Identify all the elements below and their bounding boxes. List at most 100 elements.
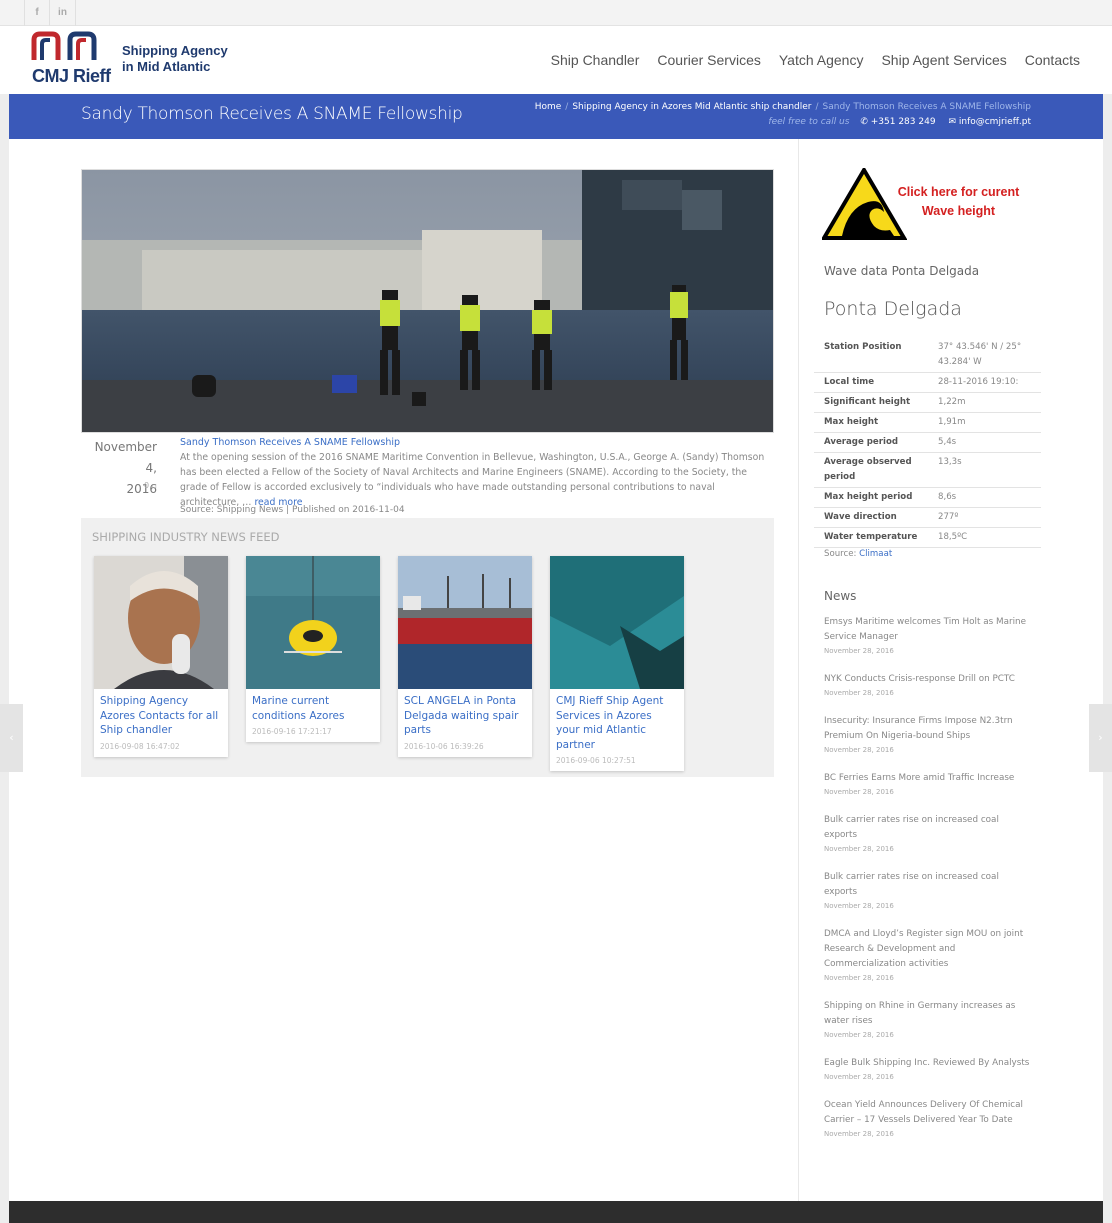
feed-card[interactable]: CMJ Rieff Ship Agent Services in Azores … (550, 556, 684, 771)
news-date: November 28, 2016 (824, 1073, 894, 1081)
news-list: Emsys Maritime welcomes Tim Holt as Mari… (824, 615, 1034, 1155)
wave-row: Significant height 1,22m (814, 393, 1041, 413)
wave-source-label: Source: (824, 549, 857, 559)
news-date: November 28, 2016 (824, 788, 894, 796)
wave-value: 8,6s (938, 492, 957, 502)
wave-row: Local time 28-11-2016 19:10: (814, 373, 1041, 393)
nav-courier-services[interactable]: Courier Services (657, 52, 760, 68)
nav-ship-agent-services[interactable]: Ship Agent Services (881, 52, 1006, 68)
breadcrumb-sep: / (815, 102, 819, 112)
breadcrumb-sep: / (565, 102, 569, 112)
feed-card-thumbnail (550, 556, 684, 689)
prev-post-arrow[interactable]: ‹ (0, 704, 23, 772)
post-source: Source: Shipping News | Published on 201… (180, 505, 405, 515)
wave-value: 1,22m (938, 397, 966, 407)
news-date: November 28, 2016 (824, 746, 894, 754)
feed-card-thumbnail (246, 556, 380, 689)
news-link[interactable]: Shipping on Rhine in Germany increases a… (824, 999, 1034, 1029)
feed-card-title: CMJ Rieff Ship Agent Services in Azores … (556, 695, 664, 751)
ship-photo (398, 556, 532, 689)
breadcrumb-current: Sandy Thomson Receives A SNAME Fellowshi… (822, 102, 1031, 112)
wave-row: Average observed period 13,3s (814, 453, 1041, 488)
climaat-link[interactable]: Climaat (859, 549, 892, 559)
news-date: November 28, 2016 (824, 647, 894, 655)
news-item: Bulk carrier rates rise on increased coa… (824, 870, 1034, 912)
breadcrumb-home[interactable]: Home (535, 102, 562, 112)
nav-yatch-agency[interactable]: Yatch Agency (779, 52, 864, 68)
man-phone-photo (94, 556, 228, 689)
news-link[interactable]: Insecurity: Insurance Firms Impose N2.3t… (824, 714, 1034, 744)
phone-icon: ✆ (860, 117, 868, 127)
news-date: November 28, 2016 (824, 1031, 894, 1039)
call-us-text: feel free to call us (768, 117, 850, 127)
wave-key: Station Position (824, 342, 902, 352)
feed-card[interactable]: Marine current conditions Azores 2016-09… (246, 556, 380, 742)
wave-key: Max height (824, 417, 879, 427)
news-link[interactable]: BC Ferries Earns More amid Traffic Incre… (824, 771, 1034, 786)
wave-value: 28-11-2016 19:10: (938, 377, 1019, 387)
breadcrumb-section[interactable]: Shipping Agency in Azores Mid Atlantic s… (572, 102, 811, 112)
feed-card-date: 2016-10-06 16:39:26 (404, 741, 484, 751)
logo-tagline-line2: in Mid Atlantic (122, 59, 211, 74)
post-date-month: November 4, (94, 440, 157, 475)
wave-cta-line1: Click here for curent (897, 185, 1020, 199)
comment-icon: ▫ (151, 481, 157, 490)
feed-card[interactable]: SCL ANGELA in Ponta Delgada waiting spai… (398, 556, 532, 757)
news-item: DMCA and Lloyd’s Register sign MOU on jo… (824, 927, 1034, 984)
news-link[interactable]: DMCA and Lloyd’s Register sign MOU on jo… (824, 927, 1034, 972)
envelope-icon: ✉ (948, 117, 956, 127)
wave-value: 277º (938, 512, 959, 522)
comment-count[interactable]: 0 ▫ (129, 481, 157, 490)
nav-ship-chandler[interactable]: Ship Chandler (551, 52, 640, 68)
news-link[interactable]: NYK Conducts Crisis-response Drill on PC… (824, 672, 1034, 687)
wave-data-heading: Wave data Ponta Delgada (824, 264, 980, 278)
wave-key: Max height period (824, 492, 913, 502)
wave-height-banner[interactable]: Click here for curent Wave height (814, 168, 1024, 240)
wave-row: Station Position 37° 43.546' N / 25° 43.2… (814, 338, 1041, 373)
news-link[interactable]: Eagle Bulk Shipping Inc. Reviewed By Ana… (824, 1056, 1034, 1071)
news-link[interactable]: Bulk carrier rates rise on increased coa… (824, 870, 1034, 900)
feed-card-thumbnail (398, 556, 532, 689)
comment-count-value: 0 (143, 481, 150, 490)
wave-row: Average period 5,4s (814, 433, 1041, 453)
feed-card[interactable]: Shipping Agency Azores Contacts for all … (94, 556, 228, 757)
nav-contacts[interactable]: Contacts (1025, 52, 1080, 68)
facebook-icon[interactable]: f (24, 0, 50, 26)
news-feed: SHIPPING INDUSTRY NEWS FEED Shipping Age… (81, 518, 774, 777)
logo-tagline: Shipping Agency in Mid Atlantic (122, 43, 228, 75)
news-link[interactable]: Bulk carrier rates rise on increased coa… (824, 813, 1034, 843)
news-date: November 28, 2016 (824, 1130, 894, 1138)
wave-value: 1,91m (938, 417, 966, 427)
feed-card-thumbnail (94, 556, 228, 689)
news-item: BC Ferries Earns More amid Traffic Incre… (824, 771, 1034, 798)
wave-source: Source: Climaat (824, 549, 892, 559)
news-item: Emsys Maritime welcomes Tim Holt as Mari… (824, 615, 1034, 657)
email-contact[interactable]: ✉ info@cmjrieff.pt (948, 117, 1031, 127)
site-header: CMJ Rieff Shipping Agency in Mid Atlanti… (0, 26, 1112, 94)
underwater-photo (550, 556, 684, 689)
news-link[interactable]: Emsys Maritime welcomes Tim Holt as Mari… (824, 615, 1034, 645)
title-bar: Sandy Thomson Receives A SNAME Fellowshi… (9, 94, 1103, 139)
news-date: November 28, 2016 (824, 974, 894, 982)
wave-data-table: Station Position 37° 43.546' N / 25° 43.2… (814, 338, 1041, 548)
wave-value: 13,3s (938, 457, 962, 467)
post-title-link[interactable]: Sandy Thomson Receives A SNAME Fellowshi… (180, 435, 776, 450)
footer (9, 1201, 1103, 1223)
news-item: Insecurity: Insurance Firms Impose N2.3t… (824, 714, 1034, 756)
next-post-arrow[interactable]: › (1089, 704, 1112, 772)
wave-value: 5,4s (938, 437, 957, 447)
news-link[interactable]: Ocean Yield Announces Delivery Of Chemic… (824, 1098, 1034, 1128)
wave-cta-text: Click here for curent Wave height (891, 183, 1026, 221)
post-featured-image[interactable] (81, 169, 774, 433)
feed-card-date: 2016-09-06 10:27:51 (556, 756, 636, 765)
linkedin-icon[interactable]: in (50, 0, 76, 26)
email-address: info@cmjrieff.pt (958, 117, 1031, 127)
wave-key: Average observed period (824, 457, 912, 482)
news-date: November 28, 2016 (824, 902, 894, 910)
phone-contact[interactable]: ✆ +351 283 249 (860, 117, 935, 127)
phone-number: +351 283 249 (870, 117, 936, 127)
news-item: Bulk carrier rates rise on increased coa… (824, 813, 1034, 855)
station-name: Ponta Delgada (824, 298, 962, 320)
news-date: November 28, 2016 (824, 689, 894, 697)
wave-key: Wave direction (824, 512, 897, 522)
